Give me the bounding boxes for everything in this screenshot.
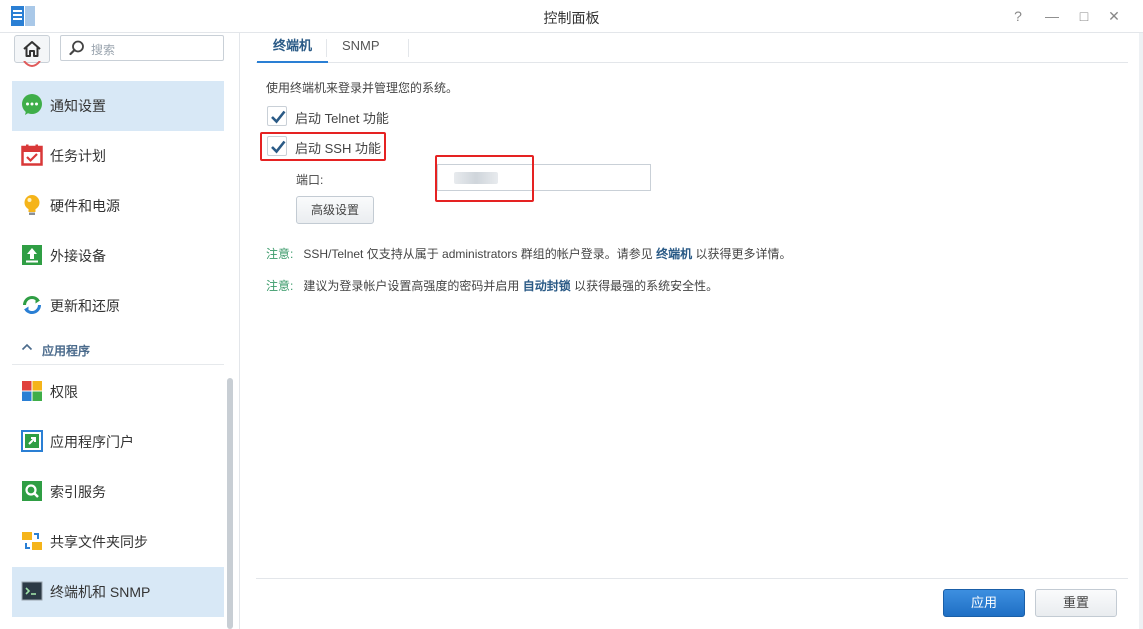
- sidebar-item-label: 更新和还原: [50, 298, 120, 314]
- tab-divider: [408, 39, 409, 57]
- note-tag: 注意:: [266, 247, 294, 261]
- window-edge: [1139, 33, 1143, 629]
- sidebar-scrollbar[interactable]: [227, 378, 233, 629]
- tab-terminal[interactable]: 终端机: [257, 33, 329, 63]
- footer-divider: [256, 578, 1128, 579]
- reset-button[interactable]: 重置: [1035, 589, 1117, 617]
- port-input[interactable]: [437, 164, 651, 191]
- main-panel: 终端机 SNMP 使用终端机来登录并管理您的系统。 启动 Telnet 功能 启…: [241, 33, 1143, 629]
- tab-bar: 终端机 SNMP: [256, 33, 1128, 63]
- note-tag: 注意:: [266, 279, 294, 293]
- sidebar-item-shared-folder-sync[interactable]: 共享文件夹同步: [12, 517, 224, 567]
- notification-icon: [21, 94, 43, 116]
- sidebar-item-notification[interactable]: 通知设置: [12, 81, 224, 131]
- section-label: 应用程序: [42, 344, 91, 358]
- maximize-icon[interactable]: □: [1071, 4, 1097, 28]
- minimize-icon[interactable]: —: [1039, 4, 1065, 28]
- sidebar-item-external-devices[interactable]: 外接设备: [12, 231, 224, 281]
- sidebar-item-hardware-power[interactable]: 硬件和电源: [12, 181, 224, 231]
- shared-folder-sync-icon: [21, 530, 43, 552]
- telnet-checkbox[interactable]: [267, 106, 287, 126]
- chevron-up-icon: [21, 341, 33, 356]
- sidebar-item-terminal-snmp[interactable]: 终端机和 SNMP: [12, 567, 224, 617]
- section-header-applications[interactable]: 应用程序: [12, 331, 224, 365]
- sidebar: 搜索 通知设置 任务计划 硬件和电源 外接设备 更新和还原 应用程序 权限 应用…: [0, 33, 240, 629]
- terminal-help-link[interactable]: 终端机: [656, 247, 692, 261]
- sidebar-item-update-restore[interactable]: 更新和还原: [12, 281, 224, 331]
- sidebar-item-label: 应用程序门户: [50, 434, 134, 450]
- search-input[interactable]: 搜索: [60, 35, 224, 61]
- sidebar-item-label: 外接设备: [50, 248, 106, 264]
- sidebar-item-application-portal[interactable]: 应用程序门户: [12, 417, 224, 467]
- external-device-icon: [21, 244, 43, 266]
- port-label: 端口:: [296, 173, 324, 187]
- search-icon: [69, 40, 84, 56]
- window-title: 控制面板: [543, 10, 600, 26]
- ssh-checkbox[interactable]: [267, 136, 287, 156]
- close-icon[interactable]: ✕: [1101, 4, 1127, 28]
- tab-snmp[interactable]: SNMP: [326, 33, 396, 63]
- title-bar: 控制面板 ? — □ ✕: [0, 0, 1143, 33]
- sidebar-item-label: 共享文件夹同步: [50, 534, 148, 550]
- search-placeholder: 搜索: [91, 43, 116, 57]
- note-administrators: 注意: SSH/Telnet 仅支持从属于 administrators 群组的帐…: [266, 245, 791, 262]
- help-icon[interactable]: ?: [1005, 4, 1031, 28]
- advanced-settings-button[interactable]: 高级设置: [296, 196, 374, 224]
- terminal-icon: [21, 580, 43, 602]
- telnet-label: 启动 Telnet 功能: [295, 111, 389, 126]
- partial-item-icon: [22, 59, 42, 69]
- privileges-icon: [21, 380, 43, 402]
- apply-button[interactable]: 应用: [943, 589, 1025, 617]
- sidebar-item-label: 终端机和 SNMP: [50, 584, 151, 600]
- sidebar-item-label: 硬件和电源: [50, 198, 120, 214]
- note-text: 建议为登录帐户设置高强度的密码并启用: [303, 279, 520, 293]
- port-value-redacted: [454, 172, 498, 184]
- note-security: 注意: 建议为登录帐户设置高强度的密码并启用 自动封锁 以获得最强的系统安全性。: [266, 277, 718, 294]
- lightbulb-icon: [21, 194, 43, 216]
- auto-block-link[interactable]: 自动封锁: [523, 279, 571, 293]
- sidebar-item-label: 索引服务: [50, 484, 106, 500]
- note-suffix: 以获得最强的系统安全性。: [574, 279, 719, 293]
- application-portal-icon: [21, 430, 43, 452]
- sidebar-item-privileges[interactable]: 权限: [12, 367, 224, 417]
- checkmark-icon: [271, 110, 286, 124]
- note-suffix: 以获得更多详情。: [695, 247, 792, 261]
- terminal-description: 使用终端机来登录并管理您的系统。: [266, 81, 459, 95]
- sidebar-item-label: 通知设置: [50, 98, 106, 114]
- calendar-icon: [21, 144, 43, 166]
- indexing-service-icon: [21, 480, 43, 502]
- checkmark-icon: [271, 140, 286, 154]
- ssh-label: 启动 SSH 功能: [295, 141, 381, 156]
- sidebar-item-task-scheduler[interactable]: 任务计划: [12, 131, 224, 181]
- sidebar-item-label: 任务计划: [50, 148, 106, 164]
- sidebar-item-label: 权限: [50, 384, 78, 400]
- note-text: SSH/Telnet 仅支持从属于 administrators 群组的帐户登录…: [303, 247, 653, 261]
- update-restore-icon: [21, 294, 43, 316]
- sidebar-item-indexing-service[interactable]: 索引服务: [12, 467, 224, 517]
